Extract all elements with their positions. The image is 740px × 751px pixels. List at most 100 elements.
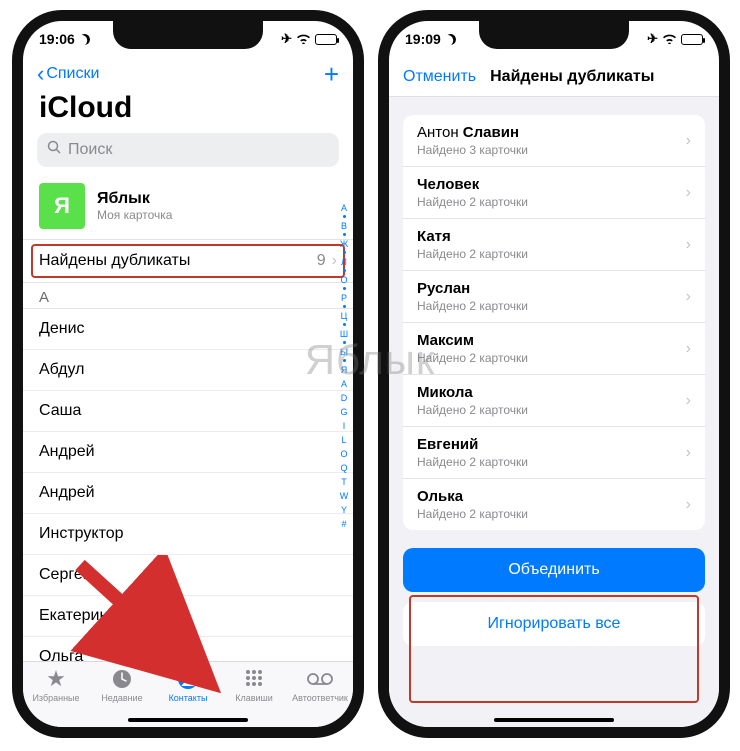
- index-letter[interactable]: О: [340, 273, 347, 286]
- cancel-button[interactable]: Отменить: [403, 68, 476, 86]
- index-letter[interactable]: D: [341, 391, 348, 404]
- contact-row[interactable]: Инструктор: [23, 514, 353, 555]
- duplicate-sub: Найдено 2 карточки: [417, 299, 528, 313]
- duplicate-item[interactable]: Евгений Найдено 2 карточки ›: [403, 427, 705, 479]
- duplicate-item[interactable]: Олька Найдено 2 карточки ›: [403, 479, 705, 530]
- duplicate-item[interactable]: Человек Найдено 2 карточки ›: [403, 167, 705, 219]
- home-indicator[interactable]: [494, 718, 614, 722]
- index-letter[interactable]: Y: [341, 503, 347, 516]
- index-dot: [343, 305, 346, 308]
- duplicates-found-row[interactable]: Найдены дубликаты 9 ›: [23, 239, 353, 283]
- alphabet-index[interactable]: АВЖЛОРЦШЫЯADGILOQTWY#: [337, 201, 351, 657]
- page-title: iCloud: [23, 91, 353, 133]
- duplicate-sub: Найдено 3 карточки: [417, 143, 528, 157]
- avatar: Я: [39, 183, 85, 229]
- status-time: 19:06: [39, 31, 75, 47]
- duplicate-name: Человек: [417, 176, 528, 193]
- duplicate-sub: Найдено 2 карточки: [417, 351, 528, 365]
- dnd-moon-icon: [443, 32, 457, 46]
- index-letter[interactable]: A: [341, 377, 347, 390]
- star-icon: ★: [46, 667, 66, 691]
- index-letter[interactable]: O: [340, 447, 347, 460]
- contact-row[interactable]: Андрей: [23, 473, 353, 514]
- search-input[interactable]: Поиск: [37, 133, 339, 167]
- duplicate-item[interactable]: МиколаНайдено 2 карточки›: [403, 375, 705, 427]
- duplicates-count: 9: [317, 252, 326, 270]
- phone-duplicates-screen: 19:09 ✈ Отменить Найдены дубликаты Антон…: [378, 10, 730, 738]
- nav-bar: Отменить Найдены дубликаты: [389, 57, 719, 97]
- index-letter[interactable]: #: [341, 517, 346, 530]
- page-title: Найдены дубликаты: [490, 68, 705, 86]
- search-icon: [47, 140, 62, 160]
- index-letter[interactable]: Я: [341, 363, 348, 376]
- chevron-left-icon: ‹: [37, 63, 44, 85]
- notch: [479, 21, 629, 49]
- contact-row[interactable]: Саша: [23, 391, 353, 432]
- index-letter[interactable]: Ы: [340, 345, 348, 358]
- duplicate-name: Евгений: [417, 436, 528, 453]
- index-letter[interactable]: Ц: [341, 309, 348, 322]
- chevron-right-icon: ›: [686, 392, 691, 410]
- duplicate-item[interactable]: Антон СлавинНайдено 3 карточки›: [403, 115, 705, 167]
- dnd-moon-icon: [77, 32, 91, 46]
- airplane-icon: ✈: [647, 31, 658, 47]
- chevron-right-icon: ›: [686, 184, 691, 202]
- chevron-right-icon: ›: [686, 236, 691, 254]
- index-dot: [343, 251, 346, 254]
- index-letter[interactable]: T: [341, 475, 347, 488]
- tab-voicemail[interactable]: Автоответчик: [287, 667, 353, 727]
- notch: [113, 21, 263, 49]
- contact-row[interactable]: Андрей: [23, 432, 353, 473]
- index-dot: [343, 287, 346, 290]
- nav-bar: ‹ Списки +: [23, 57, 353, 91]
- duplicate-name: Руслан: [417, 280, 528, 297]
- add-contact-button[interactable]: +: [324, 59, 339, 90]
- duplicates-label: Найдены дубликаты: [39, 252, 190, 270]
- index-letter[interactable]: А: [341, 201, 347, 214]
- duplicate-sub: Найдено 2 карточки: [417, 195, 528, 209]
- contact-row[interactable]: Сергей: [23, 555, 353, 596]
- index-dot: [343, 359, 346, 362]
- back-button[interactable]: ‹ Списки: [37, 63, 99, 85]
- index-letter[interactable]: W: [340, 489, 349, 502]
- tab-favorites[interactable]: ★ Избранные: [23, 667, 89, 727]
- duplicate-item[interactable]: МаксимНайдено 2 карточки›: [403, 323, 705, 375]
- index-letter[interactable]: Ж: [340, 237, 348, 250]
- my-card-row[interactable]: Я Яблык Моя карточка: [23, 177, 353, 239]
- duplicate-sub: Найдено 2 карточки: [417, 403, 528, 417]
- duplicate-item[interactable]: КатяНайдено 2 карточки›: [403, 219, 705, 271]
- search-placeholder: Поиск: [68, 141, 112, 159]
- section-header: А: [23, 283, 353, 309]
- duplicate-item[interactable]: Руслан Найдено 2 карточки ›: [403, 271, 705, 323]
- index-dot: [343, 215, 346, 218]
- voicemail-icon: [307, 667, 333, 691]
- chevron-right-icon: ›: [686, 288, 691, 306]
- index-letter[interactable]: В: [341, 219, 347, 232]
- index-dot: [343, 323, 346, 326]
- index-letter[interactable]: Р: [341, 291, 347, 304]
- contact-row[interactable]: Екатерина: [23, 596, 353, 637]
- index-letter[interactable]: L: [341, 433, 346, 446]
- index-letter[interactable]: I: [343, 419, 346, 432]
- wifi-icon: [296, 32, 311, 47]
- index-letter[interactable]: Ш: [340, 327, 348, 340]
- index-letter[interactable]: Q: [340, 461, 347, 474]
- contact-row[interactable]: Абдул: [23, 350, 353, 391]
- contact-row[interactable]: Денис: [23, 309, 353, 350]
- phone-contacts-app: 19:06 ✈ ‹ Списки + iCloud Поиск: [12, 10, 364, 738]
- chevron-right-icon: ›: [686, 444, 691, 462]
- home-indicator[interactable]: [128, 718, 248, 722]
- duplicate-sub: Найдено 2 карточки: [417, 455, 528, 469]
- contact-list[interactable]: А ДенисАбдулСашаАндрейАндрейИнструкторСе…: [23, 283, 353, 683]
- clock-icon: [111, 667, 133, 691]
- merge-button[interactable]: Объединить: [403, 548, 705, 592]
- keypad-icon: [243, 667, 265, 691]
- duplicate-sub: Найдено 2 карточки: [417, 507, 528, 521]
- index-letter[interactable]: Л: [341, 255, 347, 268]
- chevron-right-icon: ›: [686, 496, 691, 514]
- duplicate-name: Олька: [417, 488, 528, 505]
- duplicate-name: Антон Славин: [417, 124, 528, 141]
- index-letter[interactable]: G: [340, 405, 347, 418]
- duplicate-name: Катя: [417, 228, 528, 245]
- ignore-all-button[interactable]: Игнорировать все: [403, 602, 705, 646]
